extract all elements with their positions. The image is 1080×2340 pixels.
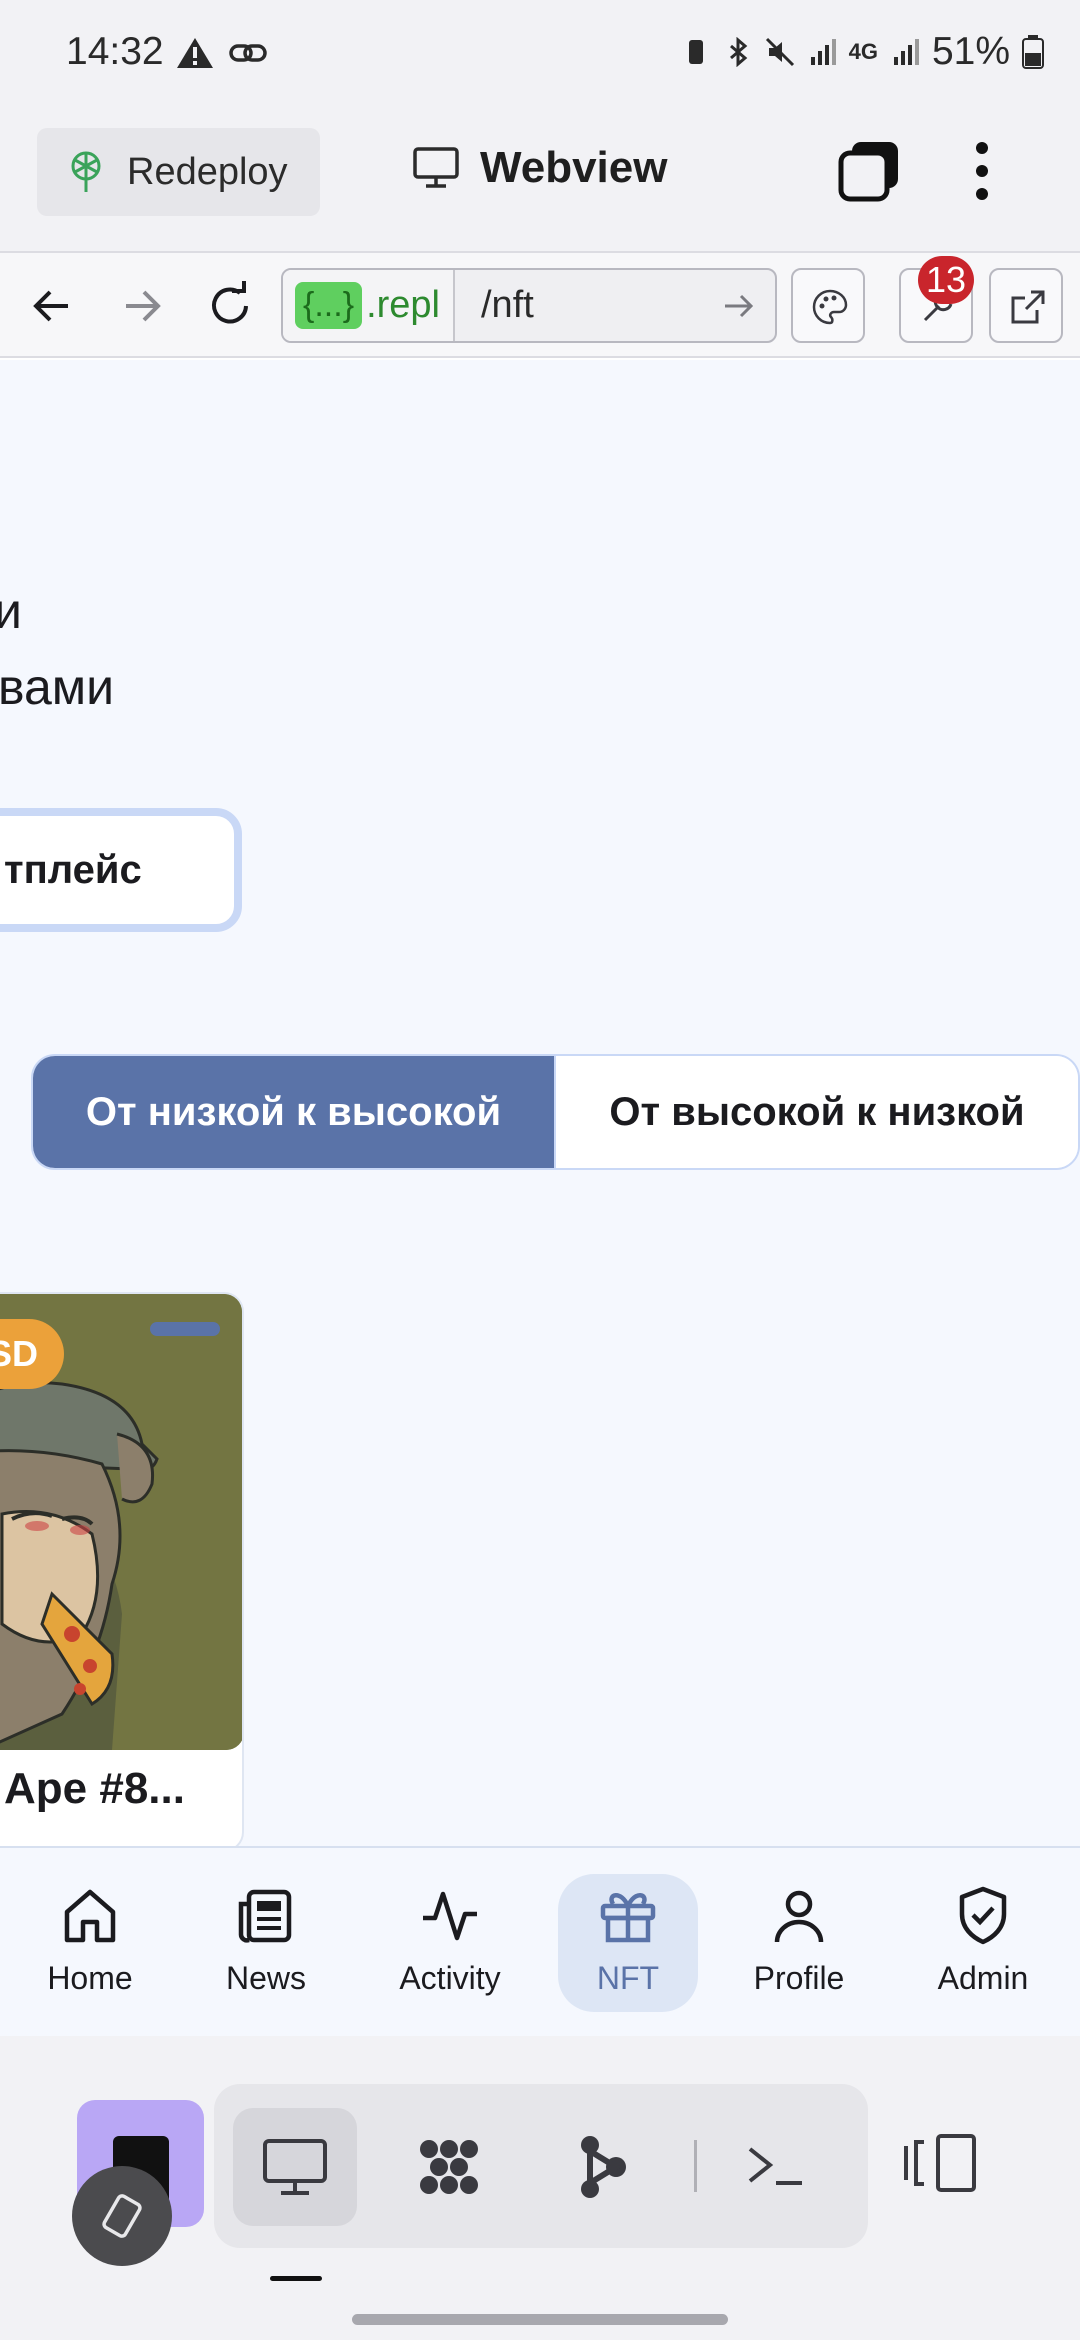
rotate-phone-icon [102,2194,142,2238]
nav-admin-label: Admin [937,1960,1029,1996]
palette-icon [812,289,848,325]
signal-icon [810,39,836,65]
network-type: 4G [848,39,878,64]
forward-arrow-icon[interactable] [114,278,170,334]
battery-saver-icon [688,40,703,64]
shield-check-icon [959,1886,1007,1945]
monitor-icon [263,2139,327,2195]
more-vertical-icon[interactable] [970,140,994,202]
home-indicator[interactable] [352,2314,728,2325]
branch-icon [581,2136,626,2198]
webview-title-text: Webview [480,143,668,192]
sort-high-to-low[interactable]: От высокой к низкой [554,1056,1078,1168]
status-bar: 14:32 4G 51% [0,0,1080,108]
rotate-device-button[interactable] [72,2166,172,2266]
terminal-icon [748,2147,802,2185]
nav-news[interactable]: News [196,1848,336,2038]
rarity-pill [150,1322,220,1336]
deploy-icon [71,151,101,192]
url-host: {...} .repl [283,270,455,341]
go-arrow-icon[interactable] [721,288,757,324]
nav-nft[interactable]: NFT [558,1848,698,2038]
sort-low-to-high[interactable]: От низкой к высокой [33,1056,554,1168]
app-bar: Redeploy Webview [0,108,1080,253]
link-icon [229,44,267,62]
warning-icon [177,38,213,68]
nav-home-label: Home [47,1960,133,1996]
news-icon [238,1889,292,1943]
home-icon [64,1889,116,1943]
hero-text-line2: вами [0,659,115,715]
status-notification-icons [175,36,267,70]
active-indicator [270,2276,322,2281]
webview-content: и вами тплейс От низкой к высокой От выс… [0,360,1080,1846]
nft-card[interactable]: SD Ape #8... [0,1292,244,1846]
open-external-button[interactable] [989,268,1063,343]
shell-tool-button[interactable] [714,2108,838,2226]
nav-activity-label: Activity [399,1960,501,1996]
split-panel-icon[interactable] [902,2132,978,2194]
devtools-notification-badge: 13 [918,256,974,304]
nft-name: Ape #8... [4,1764,185,1813]
url-bar[interactable]: {...} .repl /nft [281,268,777,343]
theme-button[interactable] [791,268,865,343]
redeploy-label: Redeploy [127,150,288,193]
mute-icon [765,37,794,67]
browser-bar: {...} .repl /nft [0,253,1080,358]
nav-profile-label: Profile [753,1960,845,1996]
status-system-icons: 4G 51% [681,30,1044,74]
git-tool-button[interactable] [540,2108,664,2226]
url-path[interactable]: /nft [481,284,534,327]
nav-activity[interactable]: Activity [380,1848,520,2038]
status-time: 14:32 [66,30,164,73]
back-arrow-icon[interactable] [24,278,80,334]
url-host-badge: {...} [295,282,363,329]
activity-icon [423,1891,477,1941]
bluetooth-icon [729,37,747,67]
price-sort-toggle: От низкой к высокой От высокой к низкой [31,1054,1080,1170]
nav-news-label: News [225,1960,306,1996]
gift-icon [600,1893,656,1943]
tabs-icon[interactable] [838,140,900,202]
sort-label-fragment [0,1054,4,1074]
webview-title: Webview [412,143,667,193]
price-badge-text: SD [0,1333,38,1374]
tool-separator [694,2140,697,2192]
nav-admin[interactable]: Admin [913,1848,1053,2038]
nav-nft-label: NFT [596,1960,660,1996]
marketplace-button-label: тплейс [4,847,142,892]
signal-icon-2 [893,39,919,65]
redeploy-button[interactable]: Redeploy [37,128,320,216]
hero-text-line1: и [0,583,22,639]
reload-icon[interactable] [202,278,258,334]
nav-profile[interactable]: Profile [729,1848,869,2038]
external-link-icon [1011,290,1045,324]
agent-tool-button[interactable] [387,2108,511,2226]
replit-toolbar [0,2036,1080,2340]
url-host-text: .repl [366,284,440,326]
profile-icon [774,1890,824,1943]
bottom-navigation: Home News Activity NFT Profile Admin [0,1846,1080,2036]
agent-icon [420,2140,478,2194]
marketplace-button[interactable]: тплейс [0,808,242,932]
nav-home[interactable]: Home [20,1848,160,2038]
battery-icon [1022,35,1044,69]
monitor-icon [413,147,459,188]
webview-tool-button[interactable] [233,2108,357,2226]
tool-group [214,2084,868,2248]
battery-percent: 51% [931,30,1010,73]
